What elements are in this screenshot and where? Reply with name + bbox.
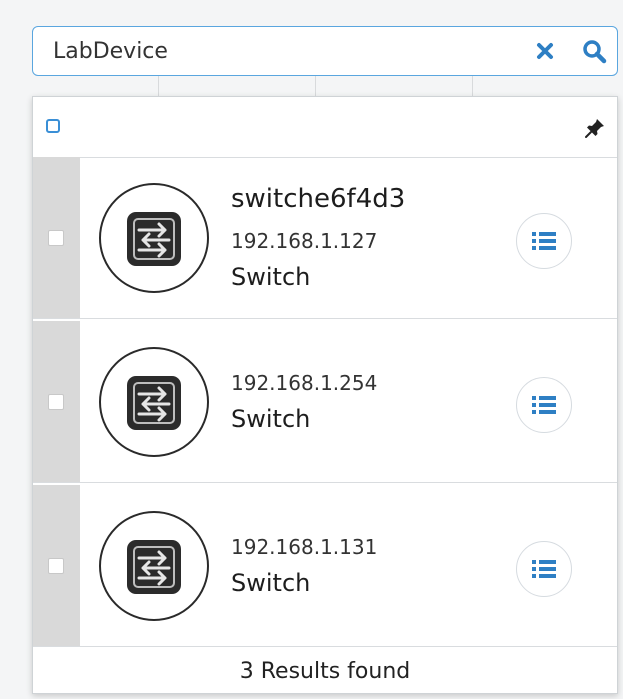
search-box[interactable] <box>32 26 618 76</box>
search-input[interactable] <box>53 35 513 67</box>
device-avatar <box>99 347 209 457</box>
results-header <box>33 97 617 158</box>
results-count: 3 Results found <box>239 659 411 684</box>
list-item[interactable]: 192.168.1.254 Switch <box>33 321 617 483</box>
pin-icon[interactable] <box>584 117 606 139</box>
device-ip: 192.168.1.127 <box>231 229 378 253</box>
device-type: Switch <box>231 569 311 597</box>
close-icon[interactable] <box>533 39 557 63</box>
device-avatar <box>99 183 209 293</box>
select-all-checkbox[interactable] <box>46 119 60 133</box>
device-avatar <box>99 511 209 621</box>
row-checkbox[interactable] <box>48 558 64 574</box>
row-checkbox[interactable] <box>48 394 64 410</box>
device-type: Switch <box>231 263 311 291</box>
network-switch-icon <box>127 376 181 430</box>
device-ip: 192.168.1.254 <box>231 371 378 395</box>
device-name: switche6f4d3 <box>231 184 406 214</box>
device-menu-button[interactable] <box>516 213 572 269</box>
list-item[interactable]: 192.168.1.131 Switch <box>33 485 617 647</box>
table-column-dividers <box>32 76 618 98</box>
list-icon <box>532 396 556 414</box>
search-icon[interactable] <box>581 38 607 64</box>
device-menu-button[interactable] <box>516 377 572 433</box>
list-icon <box>532 560 556 578</box>
row-checkbox[interactable] <box>48 230 64 246</box>
list-icon <box>532 232 556 250</box>
device-ip: 192.168.1.131 <box>231 535 378 559</box>
list-item[interactable]: switche6f4d3 192.168.1.127 Switch <box>33 157 617 319</box>
device-menu-button[interactable] <box>516 541 572 597</box>
search-results-dropdown: switche6f4d3 192.168.1.127 Switch 192.16… <box>32 96 618 694</box>
network-switch-icon <box>127 212 181 266</box>
network-switch-icon <box>127 540 181 594</box>
device-type: Switch <box>231 405 311 433</box>
